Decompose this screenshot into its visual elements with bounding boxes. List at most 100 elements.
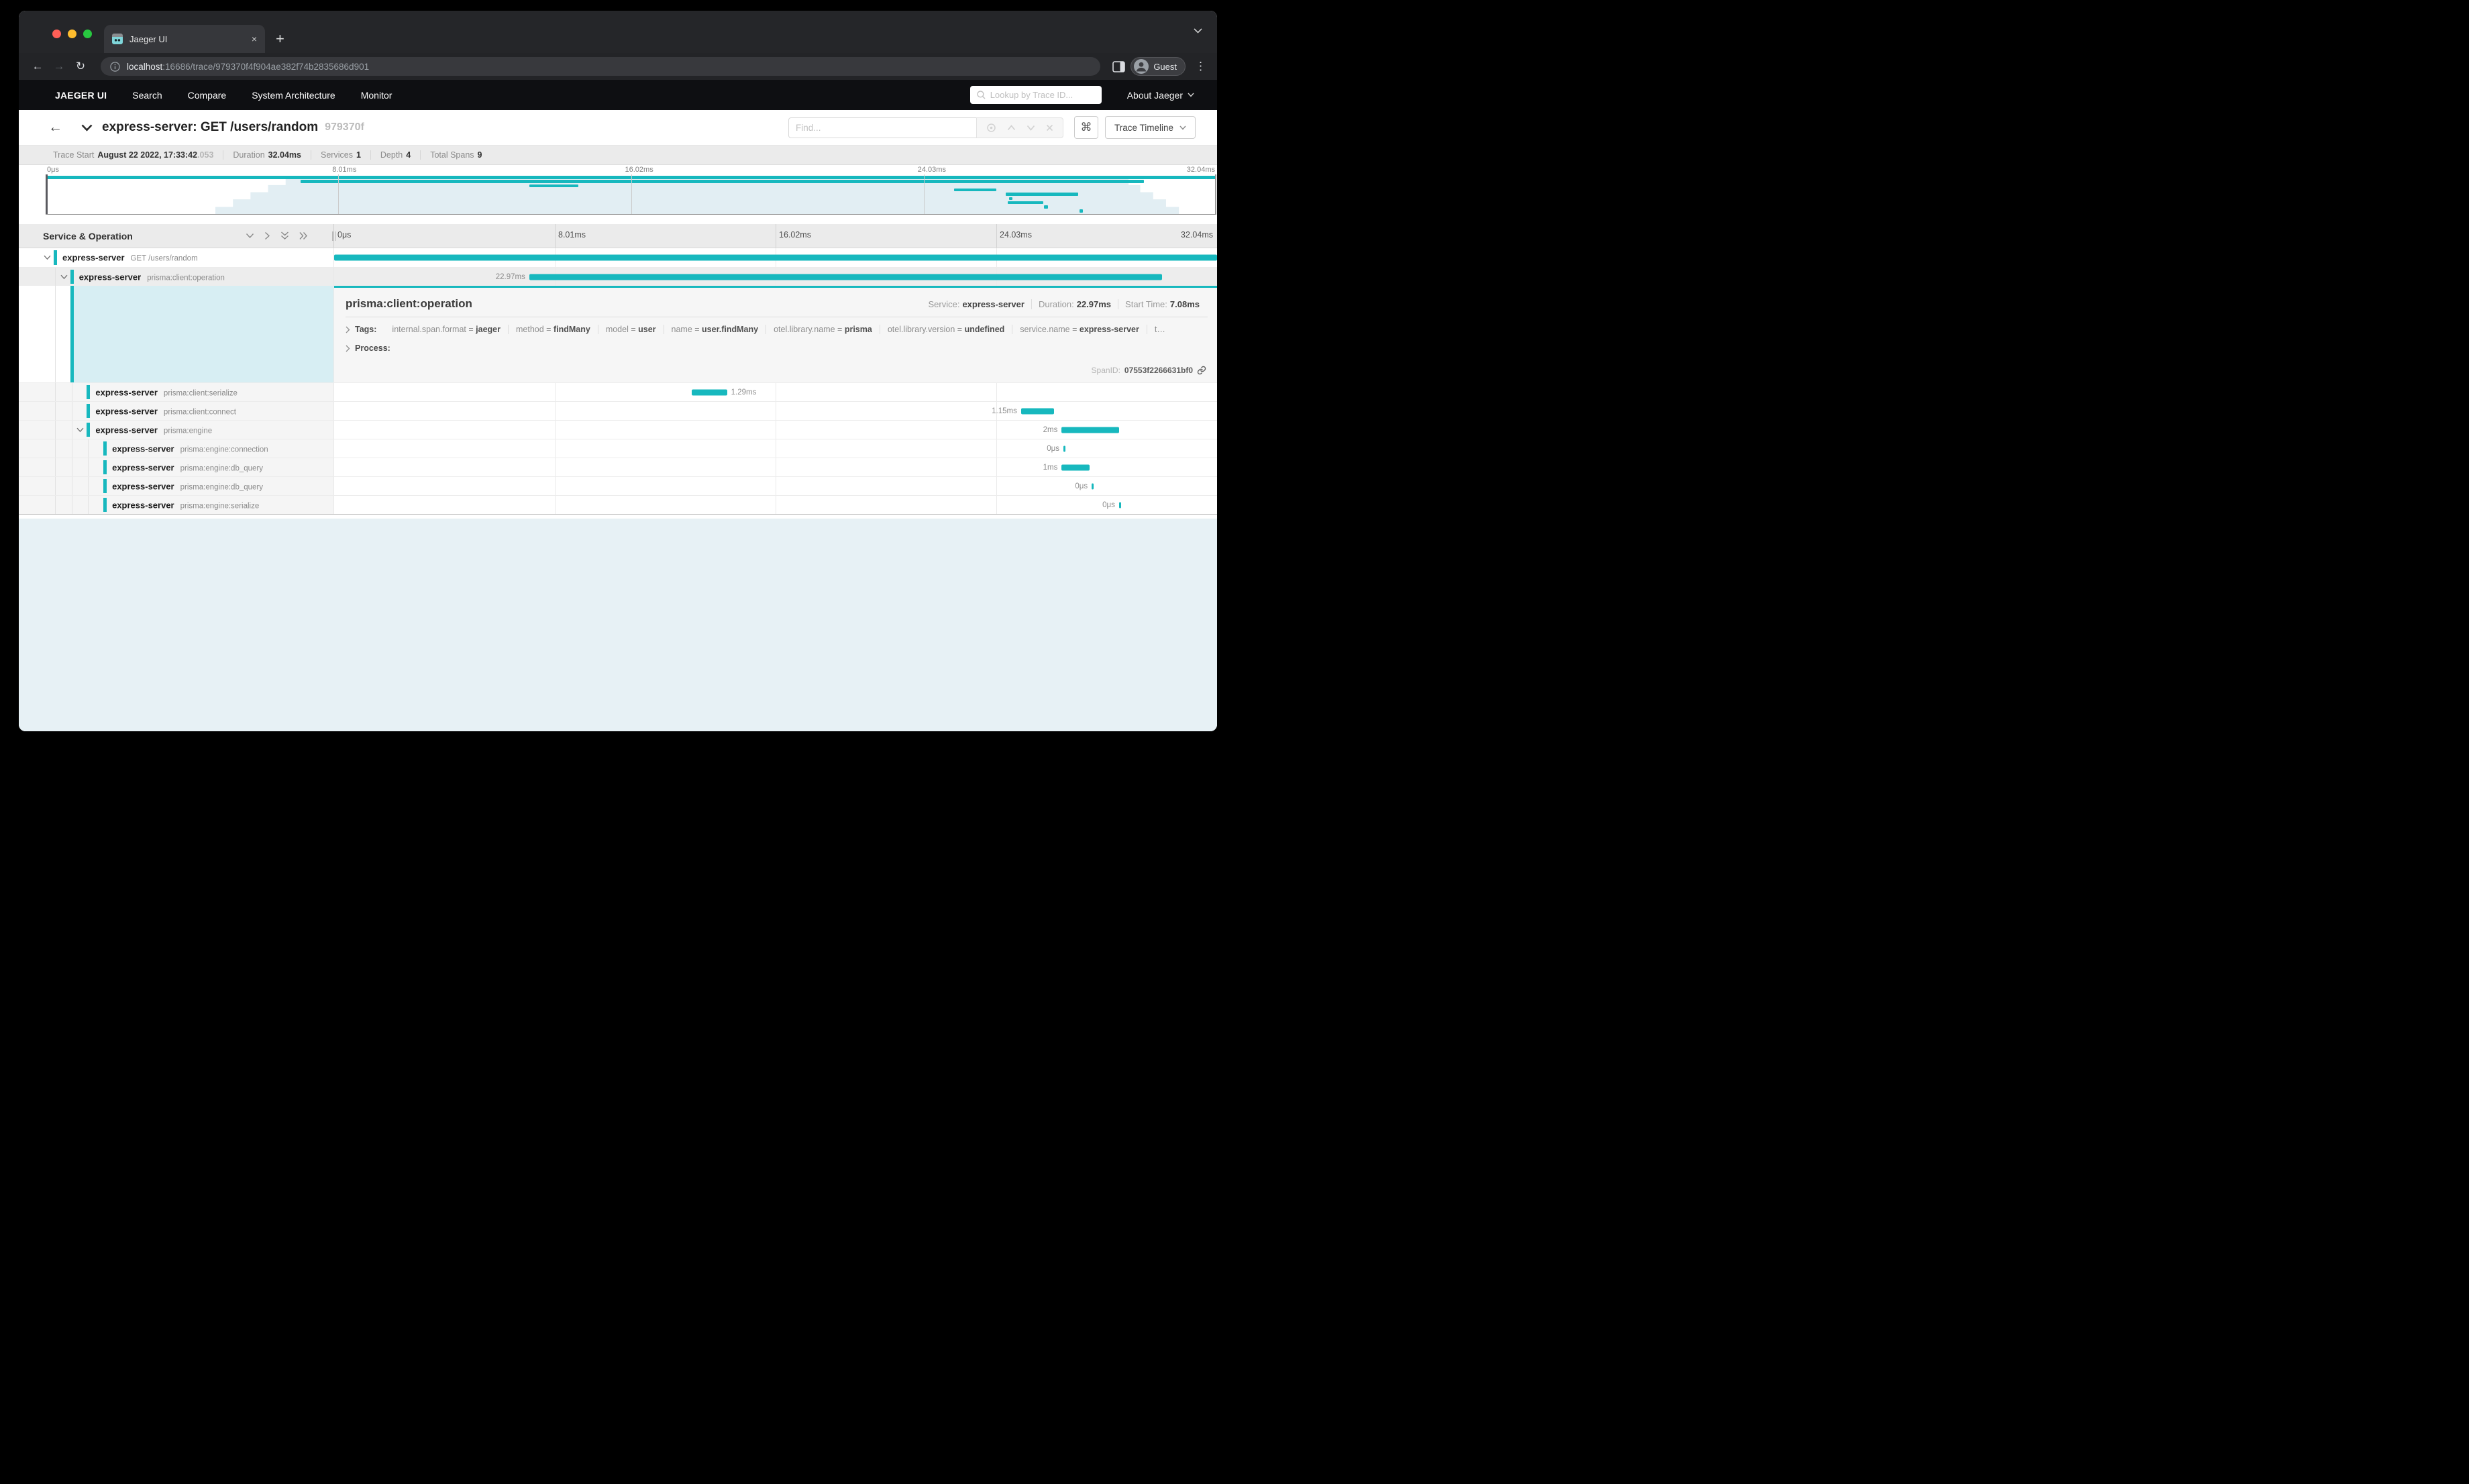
nav-item-search[interactable]: Search: [132, 90, 162, 101]
span-expand-chevron-icon[interactable]: [44, 255, 51, 260]
span-expand-chevron-icon[interactable]: [76, 427, 84, 433]
about-jaeger-menu[interactable]: About Jaeger: [1127, 90, 1194, 101]
span-row-name-cell[interactable]: express-serverprisma:engine:db_query: [19, 477, 334, 495]
expand-all-icon[interactable]: [299, 231, 308, 240]
collapse-all-icon[interactable]: [280, 231, 289, 240]
span-row-name-cell[interactable]: express-serverprisma:client:operation: [19, 268, 334, 286]
span-row[interactable]: express-serverprisma:client:operation22.…: [19, 267, 1217, 286]
zoom-window-button[interactable]: [83, 30, 92, 38]
timeline-gridline: [555, 439, 556, 458]
summary-label: Trace Start: [53, 150, 94, 160]
span-expand-chevron-icon[interactable]: [60, 274, 68, 280]
tag-item[interactable]: model = user: [598, 325, 664, 334]
sidebar-toggle-icon[interactable]: [1112, 61, 1125, 72]
span-row-name-cell[interactable]: express-serverprisma:engine: [19, 421, 334, 439]
profile-button[interactable]: Guest: [1131, 57, 1186, 76]
axis-tick-label: 16.02ms: [779, 230, 811, 240]
next-result-icon[interactable]: [1027, 125, 1035, 131]
axis-tick-label: 24.03ms: [1000, 230, 1032, 240]
span-row-name-cell[interactable]: express-serverGET /users/random: [19, 248, 334, 267]
span-bar-cell[interactable]: [334, 248, 1217, 267]
tag-item[interactable]: otel.library.version = undefined: [880, 325, 1012, 334]
span-bar-cell[interactable]: 2ms: [334, 421, 1217, 439]
span-duration-bar[interactable]: [1021, 408, 1054, 414]
tag-item[interactable]: service.name = express-server: [1012, 325, 1147, 334]
nav-item-compare[interactable]: Compare: [188, 90, 227, 101]
minimap-tick-label: 0μs: [47, 166, 59, 174]
span-row[interactable]: express-serverprisma:engine:serialize0μs: [19, 495, 1217, 514]
back-to-search-button[interactable]: ←: [48, 119, 62, 136]
site-info-icon[interactable]: [110, 62, 120, 72]
tab-close-icon[interactable]: ×: [252, 34, 257, 44]
jaeger-brand[interactable]: JAEGER UI: [55, 90, 107, 101]
span-color-bar: [54, 250, 57, 265]
span-bar-cell[interactable]: 0μs: [334, 496, 1217, 514]
focus-span-icon[interactable]: [986, 123, 996, 133]
span-row-name-cell[interactable]: express-serverprisma:engine:connection: [19, 439, 334, 458]
span-row-name-cell[interactable]: express-serverprisma:client:serialize: [19, 383, 334, 401]
back-button[interactable]: ←: [30, 60, 46, 73]
column-resizer[interactable]: [330, 231, 338, 241]
span-bar-cell[interactable]: 0μs: [334, 477, 1217, 495]
span-duration-bar[interactable]: [692, 389, 727, 395]
span-bar-cell[interactable]: 1.15ms: [334, 402, 1217, 420]
span-bar-cell[interactable]: 1.29ms: [334, 383, 1217, 401]
span-row-name-cell[interactable]: express-serverprisma:client:connect: [19, 402, 334, 420]
span-row-name-cell[interactable]: express-serverprisma:engine:db_query: [19, 458, 334, 476]
span-row[interactable]: express-serverprisma:client:serialize1.2…: [19, 382, 1217, 401]
tag-item[interactable]: t…: [1147, 325, 1173, 334]
span-duration-label: 1ms: [1043, 464, 1062, 472]
trace-id-lookup-input[interactable]: Lookup by Trace ID...: [970, 86, 1102, 104]
minimap-canvas[interactable]: [46, 174, 1216, 215]
expand-one-icon[interactable]: [264, 231, 270, 240]
prev-result-icon[interactable]: [1007, 125, 1016, 131]
tag-item[interactable]: name = user.findMany: [664, 325, 766, 334]
tab-overflow-chevron-icon[interactable]: [1194, 28, 1202, 34]
span-duration-bar[interactable]: [1061, 427, 1119, 433]
keyboard-shortcuts-button[interactable]: ⌘: [1074, 116, 1098, 139]
span-row[interactable]: express-serverGET /users/random: [19, 248, 1217, 267]
browser-tab[interactable]: Jaeger UI ×: [104, 25, 265, 53]
span-duration-bar[interactable]: [1061, 464, 1090, 470]
minimize-window-button[interactable]: [68, 30, 76, 38]
span-detail-left-gutter: [19, 286, 334, 382]
span-bar-cell[interactable]: 22.97ms: [334, 268, 1217, 286]
reload-button[interactable]: ↻: [72, 60, 89, 73]
find-input[interactable]: Find...: [788, 117, 976, 138]
span-row[interactable]: express-serverprisma:engine:connection0μ…: [19, 439, 1217, 458]
minimap-left-scrubber[interactable]: [46, 174, 48, 214]
tag-item[interactable]: otel.library.name = prisma: [766, 325, 880, 334]
minimap-right-scrubber[interactable]: [1215, 174, 1216, 214]
address-bar[interactable]: localhost:16686/trace/979370f4f904ae382f…: [101, 57, 1100, 76]
tags-row[interactable]: Tags: internal.span.format = jaegermetho…: [346, 325, 1217, 334]
process-row[interactable]: Process:: [346, 343, 1217, 353]
tag-item[interactable]: method = findMany: [508, 325, 598, 334]
clear-find-icon[interactable]: [1046, 124, 1053, 131]
new-tab-button[interactable]: +: [276, 30, 284, 48]
span-row[interactable]: express-serverprisma:engine2ms: [19, 420, 1217, 439]
nav-item-monitor[interactable]: Monitor: [361, 90, 392, 101]
span-duration-bar[interactable]: [529, 274, 1163, 280]
close-window-button[interactable]: [52, 30, 61, 38]
browser-menu-icon[interactable]: ⋮: [1195, 60, 1206, 73]
summary-value: 4: [406, 150, 411, 160]
tag-item[interactable]: internal.span.format = jaeger: [384, 325, 508, 334]
span-bar-cell[interactable]: 0μs: [334, 439, 1217, 458]
forward-button[interactable]: →: [51, 60, 67, 73]
span-row-name-cell[interactable]: express-serverprisma:engine:serialize: [19, 496, 334, 514]
span-row[interactable]: express-serverprisma:engine:db_query 1ms: [19, 458, 1217, 476]
deep-link-icon[interactable]: [1197, 366, 1206, 375]
span-duration-bar[interactable]: [1092, 483, 1094, 489]
span-row[interactable]: express-serverprisma:client:connect1.15m…: [19, 401, 1217, 420]
span-duration-bar[interactable]: [1063, 445, 1065, 452]
span-bar-cell[interactable]: 1ms: [334, 458, 1217, 476]
trace-collapse-chevron-icon[interactable]: [81, 124, 93, 131]
minimap-tick-label: 24.03ms: [918, 166, 946, 174]
axis-tick-label: 32.04ms: [1181, 230, 1213, 240]
trace-view-selector[interactable]: Trace Timeline: [1105, 116, 1196, 139]
span-row[interactable]: express-serverprisma:engine:db_query0μs: [19, 476, 1217, 495]
nav-item-system-architecture[interactable]: System Architecture: [252, 90, 335, 101]
collapse-one-icon[interactable]: [246, 233, 254, 239]
span-duration-bar[interactable]: [1119, 502, 1121, 508]
span-duration-bar[interactable]: [334, 255, 1217, 261]
